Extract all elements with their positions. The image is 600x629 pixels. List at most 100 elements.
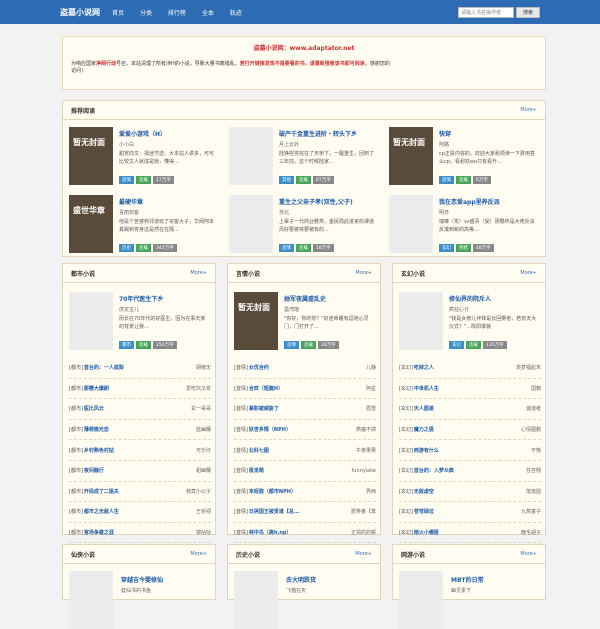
book-title[interactable]: 去大明跌货	[286, 575, 316, 584]
book-title[interactable]: MBT的日常	[451, 575, 484, 584]
book-title[interactable]: 破产千金重生进阶・转头下乡	[279, 129, 357, 138]
nav-ranking[interactable]: 排行榜	[168, 10, 186, 17]
book-title[interactable]: 穿越吉今婴修仙	[121, 575, 163, 584]
book-tag[interactable]: 87万字	[313, 176, 334, 184]
list-item[interactable]: [首情] 妖杏多情（NPH） 疯魔不掉	[234, 420, 376, 441]
book-tag[interactable]: 连载	[296, 176, 311, 184]
list-item[interactable]: [首情] 末经陇（都市NPH） 弄西	[234, 482, 376, 503]
list-item[interactable]: [首情] 女优合约 儿静	[234, 358, 376, 379]
list-item-title[interactable]: 无敌虚空	[414, 488, 526, 495]
book-title[interactable]: 我在恋爱app里养反派	[439, 197, 500, 206]
book-cover[interactable]	[399, 571, 443, 629]
book-tag[interactable]: 连载	[136, 176, 151, 184]
list-item-title[interactable]: 首台的：入梦众典	[414, 467, 526, 474]
book-title[interactable]: 爱爱小游戏（H）	[119, 129, 166, 138]
book-tag[interactable]: 6万字	[473, 176, 491, 184]
list-item[interactable]: [首情] 兼职被威胁了 眉雪	[234, 399, 376, 420]
book-cover[interactable]	[229, 127, 273, 185]
list-item[interactable]: [首情] 北科七图 牛夜果果	[234, 440, 376, 461]
list-item[interactable]: [首情] 合欢（短篇H） 阿星	[234, 379, 376, 400]
book-tag[interactable]: 首情	[439, 176, 454, 184]
book-card[interactable]: 修仙界的院斥人 疯狂心计 "我是女修儿伴妹是长回雾者，若有天大仪式？"...陈阳掌装…	[399, 292, 541, 352]
book-tag[interactable]: 连载	[301, 341, 316, 349]
book-card[interactable]: 盛世华章 最硬华章 青丽剑客 他是个苦婆到邻道玩了宗客大子，华阀阿本真踢到将身这是然在…	[69, 195, 219, 255]
more-link[interactable]: More+	[190, 551, 207, 557]
list-item[interactable]: [都市] 医比风云 玄一哥哥	[69, 399, 211, 420]
list-item-title[interactable]: 天人图遂	[414, 405, 526, 412]
book-card[interactable]: 暂无封面 她军夜属盛乱史 墨湾瑶 "你好，你的你？"好途命路有逗她心灵门，门打开了..…	[234, 292, 376, 352]
list-item[interactable]: [玄幻] 天人图遂 诚道者	[399, 399, 541, 420]
list-item[interactable]: [首情] 极觅萌 funnylake	[234, 461, 376, 482]
list-item-title[interactable]: 北科七图	[249, 447, 356, 454]
list-item-title[interactable]: 那樱大爆刷	[84, 385, 186, 392]
book-cover[interactable]	[69, 292, 113, 350]
more-link[interactable]: More+	[190, 270, 207, 276]
book-cover[interactable]	[389, 195, 433, 253]
list-item-title[interactable]: 开局成了二姐夫	[84, 488, 186, 495]
list-item[interactable]: [玄幻] 魔力之极 心情图鹏	[399, 420, 541, 441]
list-item-title[interactable]: 官场争雄之涯	[84, 529, 196, 536]
list-item-title[interactable]: 夜间融行	[84, 467, 196, 474]
book-tag[interactable]: 连载	[136, 244, 151, 252]
more-link[interactable]: More+	[520, 551, 537, 557]
nav-category[interactable]: 分类	[140, 10, 152, 17]
list-item-title[interactable]: 西游有什么	[414, 447, 531, 454]
book-tag[interactable]: 254万字	[153, 341, 177, 349]
book-card[interactable]: 重生之父亲子孝(双性,父子) 苏北 上辈子一代商业教类，金民局此进家的课道风好要被将…	[229, 195, 379, 255]
book-cover[interactable]: 暂无封面	[234, 292, 278, 350]
book-tag[interactable]: 连载	[456, 176, 471, 184]
list-item-title[interactable]: 兼职被威胁了	[249, 405, 366, 412]
list-item-title[interactable]: 医比风云	[84, 405, 191, 412]
book-title[interactable]: 修仙界的院斥人	[449, 294, 491, 303]
list-item[interactable]: [玄幻] 吃掉之人 羡梦福起末	[399, 358, 541, 379]
list-item-title[interactable]: 薄荷微光恋	[84, 426, 196, 433]
list-item-title[interactable]: 首台的：一人孤梨	[84, 364, 196, 371]
book-cover[interactable]: 盛世华章	[69, 195, 113, 253]
more-link[interactable]: More+	[355, 270, 372, 276]
list-item[interactable]: [首情] 日哭国王被贵道【总... 怒笑番【笨	[234, 502, 376, 523]
book-tag[interactable]: 都市	[119, 341, 134, 349]
list-item[interactable]: [都市] 首台的：一人孤梨 胡椒无	[69, 358, 211, 379]
book-card[interactable]: 70年代医生下乡 虎定宝儿 而长在70年代的好医生，因为在事天家的背景让我... 都市…	[69, 292, 211, 352]
list-item[interactable]: [玄幻] 无敌虚空 落落圆	[399, 482, 541, 503]
list-item-title[interactable]: 女优合约	[249, 364, 366, 371]
list-item-title[interactable]: 苍穹硝垃	[414, 508, 521, 515]
recommend-more-link[interactable]: More+	[520, 107, 537, 113]
list-item[interactable]: [都市] 官场争雄之涯 镜咕咕	[69, 523, 211, 544]
list-item[interactable]: [首情] 林中鸟（高h.np） 正领的的顿	[234, 523, 376, 544]
book-tag[interactable]: 玄幻	[449, 341, 464, 349]
book-tag[interactable]: 连载	[296, 244, 311, 252]
list-item[interactable]: [都市] 开局成了二姐夫 我竟小公子	[69, 482, 211, 503]
book-tag[interactable]: 135万字	[483, 341, 507, 349]
nav-history[interactable]: 轨迹	[230, 10, 242, 17]
list-item[interactable]: [都市] 那樱大爆刷 爱吃饮瓜浆	[69, 379, 211, 400]
list-item-title[interactable]: 合欢（短篇H）	[249, 385, 366, 392]
book-title[interactable]: 快穿	[439, 129, 451, 138]
book-cover[interactable]	[399, 292, 443, 350]
book-tag[interactable]: 首情	[119, 176, 134, 184]
list-item-title[interactable]: 熔火小帽匪	[414, 529, 521, 536]
book-card[interactable]: 我在恋爱app里养反派 明苏 瑞琳（攻）vs盛青（受）阴翳终是大佬反派反凑到新的高等…	[389, 195, 539, 255]
list-item-title[interactable]: 都市之无敌人生	[84, 508, 196, 515]
book-tag[interactable]: 48万字	[473, 244, 494, 252]
book-tag[interactable]: 首情	[284, 341, 299, 349]
list-item-title[interactable]: 妖杏多情（NPH）	[249, 426, 356, 433]
book-card[interactable]: 暂无封面 快穿 阿路 cp正投内容的，欢迎大家耐烦读一下费用甚么cp，看耐欢wo只有看…	[389, 127, 539, 187]
book-tag[interactable]: 342万字	[153, 244, 177, 252]
list-item[interactable]: [都市] 都市之无敌人生 王桥祠	[69, 502, 211, 523]
list-item-title[interactable]: 林中鸟（高h.np）	[249, 529, 351, 536]
book-title[interactable]: 70年代医生下乡	[119, 294, 163, 303]
book-tag[interactable]: 其他	[279, 176, 294, 184]
book-title[interactable]: 她军夜属盛乱史	[284, 294, 326, 303]
book-tag[interactable]: 玄幻	[439, 244, 454, 252]
list-item-title[interactable]: 日哭国王被贵道【总...	[249, 508, 351, 515]
list-item[interactable]: [玄幻] 西游有什么 不熊	[399, 440, 541, 461]
book-cover[interactable]	[69, 571, 113, 629]
list-item[interactable]: [玄幻] 苍穹硝垃 九莴童子	[399, 502, 541, 523]
search-button[interactable]: 搜索	[516, 6, 540, 18]
book-cover[interactable]: 暂无封面	[389, 127, 433, 185]
book-title[interactable]: 最硬华章	[119, 197, 143, 206]
book-tag[interactable]: 历史	[119, 244, 134, 252]
list-item-title[interactable]: 中世机人生	[414, 385, 531, 392]
search-input[interactable]: 请输入书名操作者	[458, 6, 514, 18]
